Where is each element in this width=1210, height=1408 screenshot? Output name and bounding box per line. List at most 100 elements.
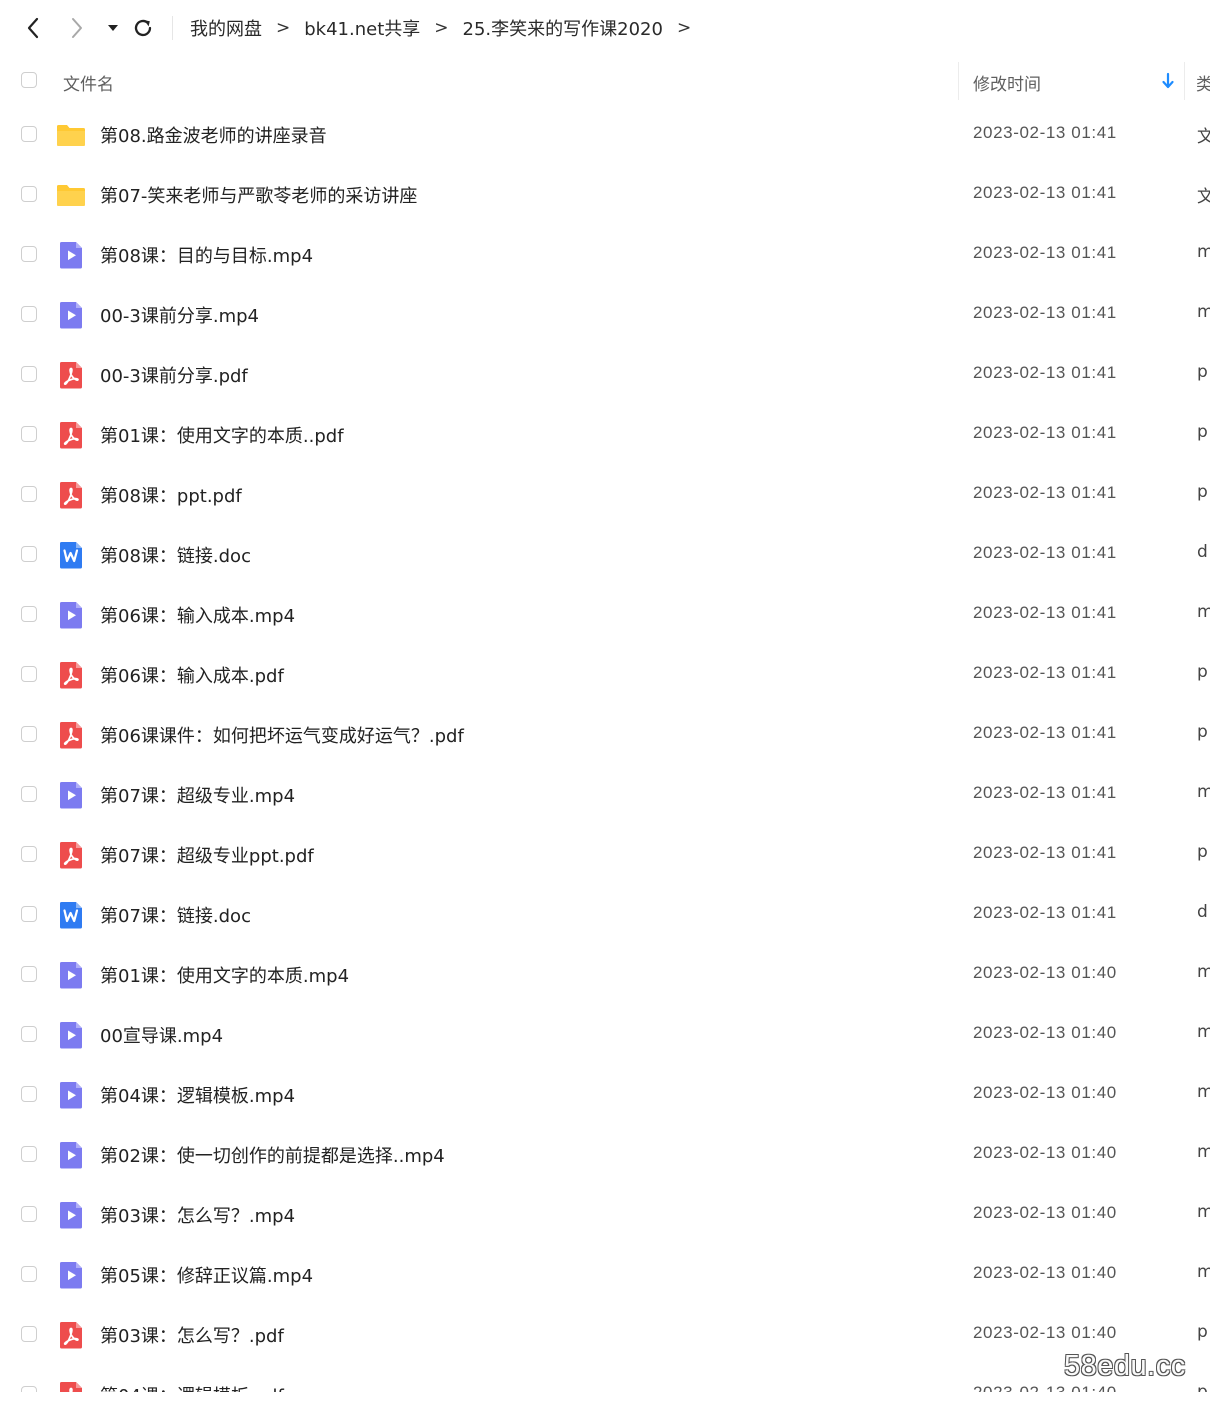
refresh-button[interactable]: [130, 14, 156, 42]
file-row[interactable]: 第08课：目的与目标.mp4 2023-02-13 01:41 m: [0, 226, 1210, 286]
file-name[interactable]: 第08课：目的与目标.mp4: [100, 242, 313, 268]
file-row[interactable]: 第07课：链接.doc 2023-02-13 01:41 d: [0, 886, 1210, 946]
row-checkbox[interactable]: [21, 1206, 37, 1222]
history-dropdown-button[interactable]: [104, 14, 122, 42]
row-checkbox[interactable]: [21, 186, 37, 202]
row-checkbox[interactable]: [21, 1326, 37, 1342]
file-name[interactable]: 第06课：输入成本.mp4: [100, 602, 295, 628]
row-checkbox[interactable]: [21, 906, 37, 922]
row-checkbox[interactable]: [21, 366, 37, 382]
file-row[interactable]: 第06课：输入成本.pdf 2023-02-13 01:41 p: [0, 646, 1210, 706]
file-name[interactable]: 第04课：逻辑模板.pdf: [100, 1382, 284, 1392]
file-modified-time: 2023-02-13 01:40: [973, 1203, 1117, 1222]
breadcrumb-item-current-folder[interactable]: 25.李笑来的写作课2020: [463, 15, 663, 41]
file-type: m: [1197, 1142, 1210, 1162]
file-row[interactable]: 第01课：使用文字的本质.mp4 2023-02-13 01:40 m: [0, 946, 1210, 1006]
file-name[interactable]: 第07-笑来老师与严歌苓老师的采访讲座: [100, 182, 417, 208]
file-type: p: [1197, 1322, 1208, 1342]
file-name[interactable]: 第07课：链接.doc: [100, 902, 251, 928]
forward-button[interactable]: [64, 14, 90, 42]
row-checkbox[interactable]: [21, 666, 37, 682]
file-type: p: [1197, 722, 1208, 742]
file-row[interactable]: 第04课：逻辑模板.pdf 2023-02-13 01:40 p: [0, 1366, 1210, 1392]
file-row[interactable]: 第07课：超级专业ppt.pdf 2023-02-13 01:41 p: [0, 826, 1210, 886]
row-checkbox[interactable]: [21, 786, 37, 802]
file-name[interactable]: 第08.路金波老师的讲座录音: [100, 122, 327, 148]
file-name[interactable]: 第04课：逻辑模板.mp4: [100, 1082, 295, 1108]
file-row[interactable]: 第01课：使用文字的本质..pdf 2023-02-13 01:41 p: [0, 406, 1210, 466]
file-name[interactable]: 第01课：使用文字的本质..pdf: [100, 422, 344, 448]
row-checkbox[interactable]: [21, 1026, 37, 1042]
breadcrumb-separator: >: [434, 18, 449, 38]
column-header-modified-time[interactable]: 修改时间: [973, 70, 1041, 95]
row-checkbox[interactable]: [21, 486, 37, 502]
file-name[interactable]: 00-3课前分享.mp4: [100, 302, 259, 328]
file-row[interactable]: 第06课：输入成本.mp4 2023-02-13 01:41 m: [0, 586, 1210, 646]
file-row[interactable]: 第03课：怎么写？.pdf 2023-02-13 01:40 p: [0, 1306, 1210, 1366]
select-all-checkbox[interactable]: [21, 72, 37, 88]
file-name[interactable]: 00宣导课.mp4: [100, 1022, 223, 1048]
file-row[interactable]: 第07课：超级专业.mp4 2023-02-13 01:41 m: [0, 766, 1210, 826]
file-row[interactable]: 第06课课件：如何把坏运气变成好运气？.pdf 2023-02-13 01:41 p: [0, 706, 1210, 766]
file-row[interactable]: 00-3课前分享.mp4 2023-02-13 01:41 m: [0, 286, 1210, 346]
file-row[interactable]: 第07-笑来老师与严歌苓老师的采访讲座 2023-02-13 01:41 文: [0, 166, 1210, 226]
row-checkbox[interactable]: [21, 606, 37, 622]
column-divider[interactable]: [1184, 62, 1185, 100]
breadcrumb-item-my-drive[interactable]: 我的网盘: [190, 15, 262, 41]
row-checkbox[interactable]: [21, 1146, 37, 1162]
file-name[interactable]: 第03课：怎么写？.pdf: [100, 1322, 284, 1348]
file-row[interactable]: 00-3课前分享.pdf 2023-02-13 01:41 p: [0, 346, 1210, 406]
file-name[interactable]: 第05课：修辞正议篇.mp4: [100, 1262, 313, 1288]
row-checkbox[interactable]: [21, 426, 37, 442]
file-row[interactable]: 第04课：逻辑模板.mp4 2023-02-13 01:40 m: [0, 1066, 1210, 1126]
breadcrumb-item-share[interactable]: bk41.net共享: [304, 15, 420, 41]
row-checkbox[interactable]: [21, 726, 37, 742]
file-modified-time: 2023-02-13 01:41: [973, 723, 1117, 742]
file-name[interactable]: 第07课：超级专业ppt.pdf: [100, 842, 314, 868]
file-type: p: [1197, 842, 1208, 862]
file-name[interactable]: 第08课：链接.doc: [100, 542, 251, 568]
file-type: 文: [1197, 187, 1210, 207]
file-name[interactable]: 第01课：使用文字的本质.mp4: [100, 962, 349, 988]
file-row[interactable]: 00宣导课.mp4 2023-02-13 01:40 m: [0, 1006, 1210, 1066]
file-name[interactable]: 第02课：使一切创作的前提都是选择..mp4: [100, 1142, 445, 1168]
file-row[interactable]: 第05课：修辞正议篇.mp4 2023-02-13 01:40 m: [0, 1246, 1210, 1306]
row-checkbox[interactable]: [21, 966, 37, 982]
video-file-icon: [56, 600, 86, 630]
row-checkbox[interactable]: [21, 246, 37, 262]
file-modified-time: 2023-02-13 01:41: [973, 903, 1117, 922]
file-name[interactable]: 第06课课件：如何把坏运气变成好运气？.pdf: [100, 722, 464, 748]
column-header-filename[interactable]: 文件名: [63, 70, 114, 95]
row-checkbox[interactable]: [21, 306, 37, 322]
file-modified-time: 2023-02-13 01:40: [973, 1143, 1117, 1162]
row-checkbox[interactable]: [21, 126, 37, 142]
video-file-icon: [56, 1080, 86, 1110]
row-checkbox[interactable]: [21, 1266, 37, 1282]
folder-icon: [56, 180, 86, 210]
file-name[interactable]: 第03课：怎么写？.mp4: [100, 1202, 295, 1228]
folder-icon: [56, 120, 86, 150]
row-checkbox[interactable]: [21, 1086, 37, 1102]
select-all-checkbox-wrapper: [21, 72, 37, 88]
file-row[interactable]: 第08.路金波老师的讲座录音 2023-02-13 01:41 文: [0, 106, 1210, 166]
file-modified-time: 2023-02-13 01:41: [973, 303, 1117, 322]
file-name[interactable]: 第06课：输入成本.pdf: [100, 662, 284, 688]
word-file-icon: [56, 900, 86, 930]
file-name[interactable]: 00-3课前分享.pdf: [100, 362, 248, 388]
file-row[interactable]: 第03课：怎么写？.mp4 2023-02-13 01:40 m: [0, 1186, 1210, 1246]
row-checkbox[interactable]: [21, 846, 37, 862]
toolbar-divider: [172, 16, 173, 40]
column-divider[interactable]: [958, 62, 959, 100]
file-row[interactable]: 第08课：链接.doc 2023-02-13 01:41 d: [0, 526, 1210, 586]
back-button[interactable]: [20, 14, 46, 42]
file-modified-time: 2023-02-13 01:41: [973, 663, 1117, 682]
row-checkbox[interactable]: [21, 546, 37, 562]
column-header-type[interactable]: 类: [1196, 70, 1210, 95]
file-row[interactable]: 第08课：ppt.pdf 2023-02-13 01:41 p: [0, 466, 1210, 526]
file-type: p: [1197, 1382, 1208, 1392]
pdf-file-icon: [56, 1380, 86, 1392]
file-row[interactable]: 第02课：使一切创作的前提都是选择..mp4 2023-02-13 01:40 m: [0, 1126, 1210, 1186]
file-name[interactable]: 第08课：ppt.pdf: [100, 482, 242, 508]
sort-descending-arrow-icon[interactable]: [1160, 70, 1176, 92]
file-name[interactable]: 第07课：超级专业.mp4: [100, 782, 295, 808]
